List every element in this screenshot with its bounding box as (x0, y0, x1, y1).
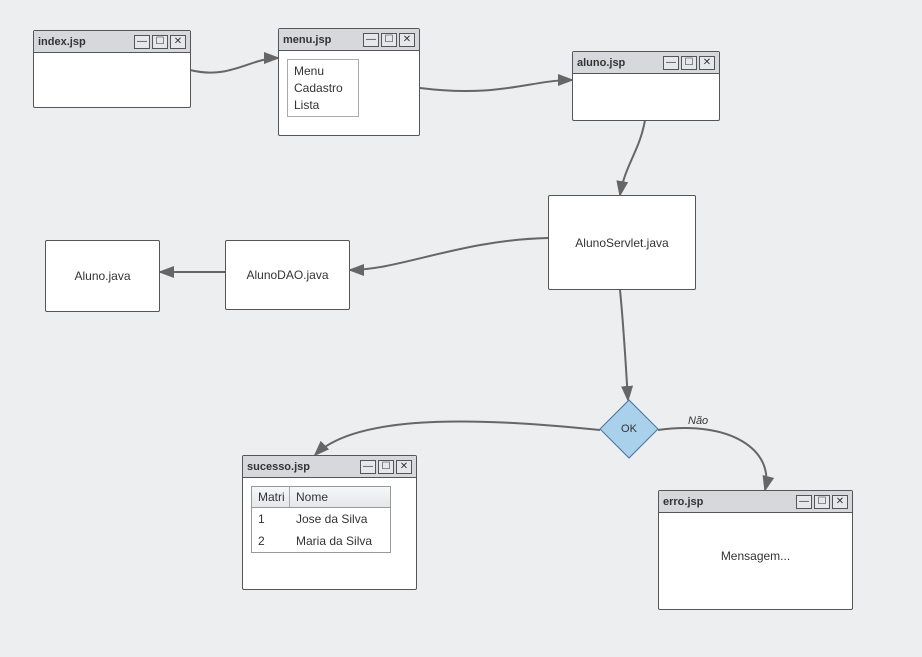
success-table: Matri Nome 1 Jose da Silva 2 Maria da Si… (251, 486, 391, 553)
table-row: 2 Maria da Silva (252, 530, 390, 552)
maximize-icon[interactable]: ☐ (681, 56, 697, 70)
window-menu-jsp: menu.jsp — ☐ ✕ Menu Cadastro Lista (278, 28, 420, 136)
window-title: menu.jsp (283, 34, 363, 46)
window-sucesso-jsp: sucesso.jsp — ☐ ✕ Matri Nome 1 Jose da S… (242, 455, 417, 590)
box-label: Aluno.java (74, 269, 130, 283)
window-buttons: — ☐ ✕ (663, 56, 715, 70)
menu-item: Menu (294, 63, 352, 80)
window-index-jsp: index.jsp — ☐ ✕ (33, 30, 191, 108)
minimize-icon[interactable]: — (360, 460, 376, 474)
maximize-icon[interactable]: ☐ (152, 35, 168, 49)
window-buttons: — ☐ ✕ (134, 35, 186, 49)
menu-item: Cadastro (294, 80, 352, 97)
table-row: 1 Jose da Silva (252, 508, 390, 530)
table-header: Matri Nome (252, 487, 390, 508)
cell-nome: Jose da Silva (290, 510, 390, 528)
box-label: AlunoDAO.java (246, 268, 328, 282)
titlebar: index.jsp — ☐ ✕ (34, 31, 190, 53)
window-title: erro.jsp (663, 496, 796, 508)
titlebar: erro.jsp — ☐ ✕ (659, 491, 852, 513)
menu-item: Lista (294, 97, 352, 114)
minimize-icon[interactable]: — (663, 56, 679, 70)
window-title: index.jsp (38, 36, 134, 48)
maximize-icon[interactable]: ☐ (378, 460, 394, 474)
cell-nome: Maria da Silva (290, 532, 390, 550)
window-body: Mensagem... (659, 513, 852, 609)
minimize-icon[interactable]: — (363, 33, 379, 47)
close-icon[interactable]: ✕ (396, 460, 412, 474)
minimize-icon[interactable]: — (796, 495, 812, 509)
maximize-icon[interactable]: ☐ (814, 495, 830, 509)
window-buttons: — ☐ ✕ (360, 460, 412, 474)
close-icon[interactable]: ✕ (699, 56, 715, 70)
box-label: AlunoServlet.java (575, 236, 668, 250)
close-icon[interactable]: ✕ (832, 495, 848, 509)
titlebar: sucesso.jsp — ☐ ✕ (243, 456, 416, 478)
titlebar: aluno.jsp — ☐ ✕ (573, 52, 719, 74)
menu-list: Menu Cadastro Lista (287, 59, 359, 117)
window-title: sucesso.jsp (247, 461, 360, 473)
window-buttons: — ☐ ✕ (796, 495, 848, 509)
window-body (573, 74, 719, 120)
window-body: Menu Cadastro Lista (279, 51, 419, 135)
titlebar: menu.jsp — ☐ ✕ (279, 29, 419, 51)
decision-ok: OK (600, 400, 658, 458)
close-icon[interactable]: ✕ (170, 35, 186, 49)
error-message: Mensagem... (667, 549, 844, 563)
window-body: Matri Nome 1 Jose da Silva 2 Maria da Si… (243, 478, 416, 589)
cell-matri: 1 (252, 510, 290, 528)
box-aluno-dao: AlunoDAO.java (225, 240, 350, 310)
window-aluno-jsp: aluno.jsp — ☐ ✕ (572, 51, 720, 121)
minimize-icon[interactable]: — (134, 35, 150, 49)
window-erro-jsp: erro.jsp — ☐ ✕ Mensagem... (658, 490, 853, 610)
th-nome: Nome (290, 487, 390, 507)
cell-matri: 2 (252, 532, 290, 550)
box-aluno: Aluno.java (45, 240, 160, 312)
box-aluno-servlet: AlunoServlet.java (548, 195, 696, 290)
diagram-canvas: index.jsp — ☐ ✕ menu.jsp — ☐ ✕ Menu Cada… (0, 0, 922, 657)
window-buttons: — ☐ ✕ (363, 33, 415, 47)
window-title: aluno.jsp (577, 57, 663, 69)
edge-label-no: Não (688, 415, 708, 427)
close-icon[interactable]: ✕ (399, 33, 415, 47)
th-matri: Matri (252, 487, 290, 507)
maximize-icon[interactable]: ☐ (381, 33, 397, 47)
window-body (34, 53, 190, 107)
decision-label: OK (621, 423, 637, 435)
